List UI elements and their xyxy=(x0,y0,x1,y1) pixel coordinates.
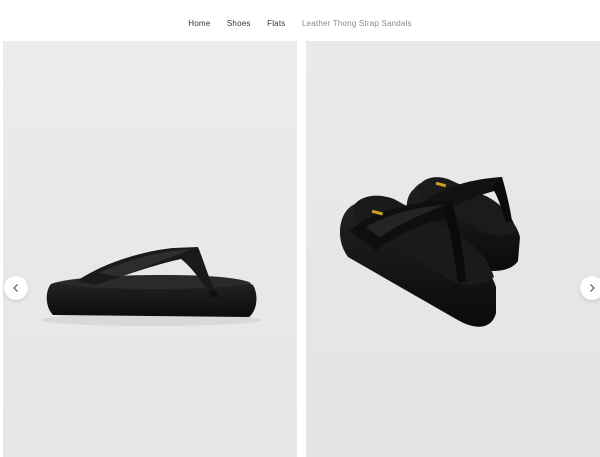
breadcrumb-separator: · xyxy=(217,19,220,27)
breadcrumb: Home · Shoes · Flats · Leather Thong Str… xyxy=(0,15,600,31)
gallery-next-button[interactable] xyxy=(580,276,600,300)
chevron-left-icon xyxy=(13,284,18,292)
gallery-prev-button[interactable] xyxy=(4,276,28,300)
breadcrumb-flats-link[interactable]: Flats xyxy=(267,19,285,28)
sandal-pair-image xyxy=(339,177,520,327)
product-image-pair[interactable] xyxy=(306,41,600,457)
breadcrumb-separator: · xyxy=(292,19,295,27)
breadcrumb-separator: · xyxy=(257,19,261,27)
chevron-right-icon xyxy=(590,284,595,292)
breadcrumb-home-link[interactable]: Home xyxy=(188,19,210,28)
sandal-side-image xyxy=(41,247,261,326)
breadcrumb-current: Leather Thong Strap Sandals xyxy=(301,18,412,28)
product-image-side[interactable] xyxy=(3,41,297,457)
breadcrumb-shoes-link[interactable]: Shoes xyxy=(227,19,251,28)
product-gallery xyxy=(0,41,600,457)
